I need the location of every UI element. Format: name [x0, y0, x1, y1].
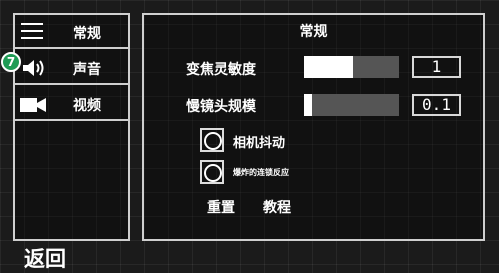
zoom-sensitivity-label: 变焦灵敏度 — [186, 62, 256, 78]
slow-motion-scale-slider[interactable] — [304, 94, 399, 116]
slow-motion-scale-label: 慢镜头规模 — [186, 99, 256, 115]
chain-explosion-checkbox[interactable] — [200, 160, 224, 184]
chain-explosion-label: 爆炸的连锁反应 — [233, 168, 289, 177]
slider-fill — [304, 56, 354, 78]
zoom-sensitivity-slider[interactable] — [304, 56, 399, 78]
panel-title: 常规 — [299, 24, 328, 40]
sidebar-item-video[interactable]: 视频 — [15, 87, 128, 121]
tutorial-button[interactable]: 教程 — [263, 197, 291, 217]
back-button[interactable]: 返回 — [24, 243, 66, 273]
camera-shake-label: 相机抖动 — [233, 136, 286, 151]
slider-fill — [304, 94, 312, 116]
sidebar-item-label: 声音 — [73, 62, 101, 78]
slow-motion-scale-value[interactable]: 0.1 — [412, 94, 461, 116]
reset-button[interactable]: 重置 — [207, 197, 235, 217]
notification-badge: 7 — [1, 52, 21, 72]
sidebar-item-general[interactable]: 常规 — [15, 15, 128, 49]
settings-panel: 常规 变焦灵敏度 1 慢镜头规模 0.1 相机抖动 爆炸的连锁反应 重置 教程 — [142, 13, 485, 241]
sidebar-item-label: 视频 — [73, 98, 101, 114]
zoom-sensitivity-value[interactable]: 1 — [412, 56, 461, 78]
sidebar-item-label: 常规 — [73, 26, 101, 42]
settings-sidebar: 常规 声音 视频 — [13, 13, 130, 241]
speaker-icon — [23, 60, 44, 76]
video-camera-icon — [20, 98, 46, 112]
sidebar-item-audio[interactable]: 声音 — [15, 51, 128, 85]
menu-icon — [21, 21, 43, 41]
camera-shake-checkbox[interactable] — [200, 128, 224, 152]
